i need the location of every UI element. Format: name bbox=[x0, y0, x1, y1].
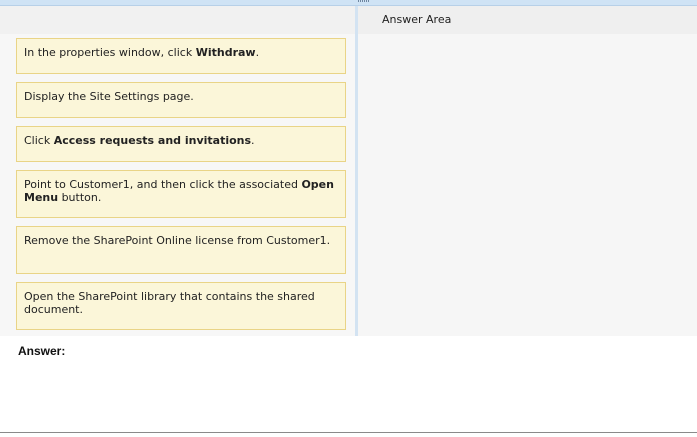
answer-area-title: Answer Area bbox=[358, 6, 697, 34]
step-text: Point to Customer1, and then click the a… bbox=[24, 178, 302, 191]
step-text: Click bbox=[24, 134, 54, 147]
action-step[interactable]: Display the Site Settings page. bbox=[16, 82, 346, 118]
action-step[interactable]: In the properties window, click Withdraw… bbox=[16, 38, 346, 74]
step-text: In the properties window, click bbox=[24, 46, 196, 59]
step-text: Remove the SharePoint Online license fro… bbox=[24, 234, 331, 247]
step-text: button. bbox=[58, 191, 102, 204]
action-step[interactable]: Click Access requests and invitations. bbox=[16, 126, 346, 162]
divider-line bbox=[0, 432, 697, 433]
action-step[interactable]: Point to Customer1, and then click the a… bbox=[16, 170, 346, 218]
answer-area-panel[interactable]: Answer Area bbox=[358, 6, 697, 336]
step-text: Open the SharePoint library that contain… bbox=[24, 290, 315, 316]
answer-label: Answer: bbox=[18, 344, 66, 358]
action-step[interactable]: Open the SharePoint library that contain… bbox=[16, 282, 346, 330]
grip-dots-icon[interactable] bbox=[358, 0, 372, 5]
step-text: . bbox=[251, 134, 255, 147]
action-step[interactable]: Remove the SharePoint Online license fro… bbox=[16, 226, 346, 274]
step-text: Display the Site Settings page. bbox=[24, 90, 194, 103]
step-text-bold: Access requests and invitations bbox=[53, 134, 252, 147]
step-text-bold: Withdraw bbox=[195, 46, 256, 59]
step-text: . bbox=[255, 46, 260, 59]
actions-header bbox=[0, 6, 355, 34]
actions-list: In the properties window, click Withdraw… bbox=[16, 38, 346, 338]
